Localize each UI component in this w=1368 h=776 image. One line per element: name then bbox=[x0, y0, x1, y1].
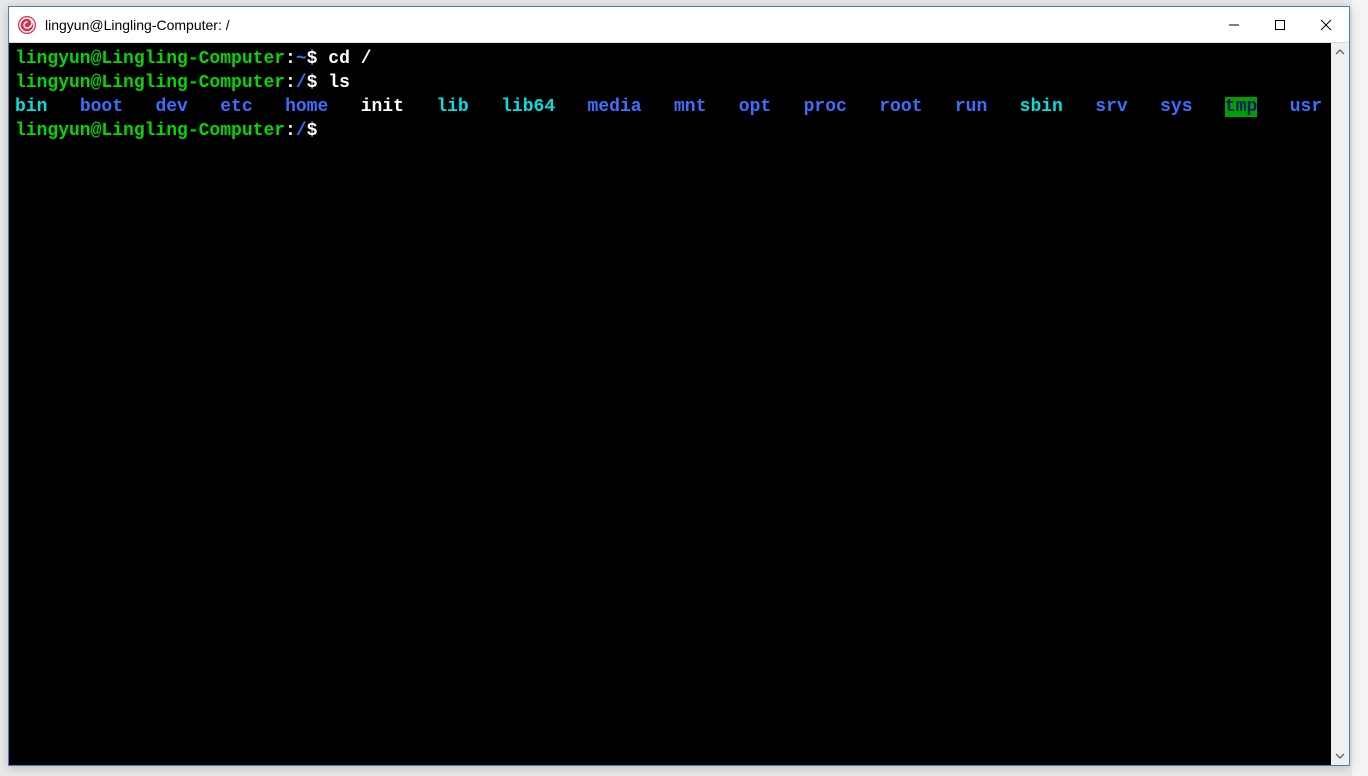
ls-entry-boot: boot bbox=[80, 97, 123, 117]
background-strip bbox=[1352, 0, 1368, 776]
ls-entry-sys: sys bbox=[1160, 97, 1192, 117]
scrollbar-track[interactable] bbox=[1331, 61, 1349, 747]
ls-entry-usr: usr bbox=[1290, 97, 1322, 117]
minimize-icon bbox=[1228, 19, 1240, 31]
ls-entry-media: media bbox=[588, 97, 642, 117]
prompt-path: ~ bbox=[296, 49, 307, 69]
prompt-user-host: lingyun@Lingling-Computer bbox=[15, 121, 285, 141]
prompt-path: / bbox=[296, 121, 307, 141]
ls-entry-home: home bbox=[285, 97, 328, 117]
title-bar[interactable]: lingyun@Lingling-Computer: / bbox=[9, 7, 1349, 43]
ls-entry-mnt: mnt bbox=[674, 97, 706, 117]
ls-output-line: bin boot dev etc home init lib lib64 med… bbox=[15, 97, 1331, 117]
prompt-sep: : bbox=[285, 49, 296, 69]
ls-entry-lib64: lib64 bbox=[501, 97, 555, 117]
scroll-up-button[interactable] bbox=[1331, 43, 1349, 61]
window-controls bbox=[1211, 7, 1349, 42]
terminal-content[interactable]: lingyun@Lingling-Computer:~$ cd / lingyu… bbox=[9, 43, 1331, 765]
ls-entry-opt: opt bbox=[739, 97, 771, 117]
close-icon bbox=[1320, 19, 1332, 31]
window-title: lingyun@Lingling-Computer: / bbox=[45, 17, 1211, 33]
ls-entry-init: init bbox=[361, 97, 404, 117]
ls-entry-lib: lib bbox=[436, 97, 468, 117]
maximize-icon bbox=[1274, 19, 1286, 31]
prompt-dollar: $ bbox=[307, 121, 318, 141]
chevron-down-icon bbox=[1335, 751, 1345, 761]
terminal-window: lingyun@Lingling-Computer: / lingyun@Lin… bbox=[8, 6, 1350, 766]
prompt-user-host: lingyun@Lingling-Computer bbox=[15, 49, 285, 69]
command-text: cd / bbox=[328, 49, 371, 69]
ls-entry-root: root bbox=[879, 97, 922, 117]
prompt-sep: : bbox=[285, 121, 296, 141]
minimize-button[interactable] bbox=[1211, 7, 1257, 42]
scroll-down-button[interactable] bbox=[1331, 747, 1349, 765]
chevron-up-icon bbox=[1335, 47, 1345, 57]
ls-entry-dev: dev bbox=[155, 97, 187, 117]
prompt-path: / bbox=[296, 73, 307, 93]
ls-entry-sbin: sbin bbox=[1020, 97, 1063, 117]
close-button[interactable] bbox=[1303, 7, 1349, 42]
prompt-dollar: $ bbox=[307, 73, 318, 93]
prompt-dollar: $ bbox=[307, 49, 318, 69]
app-icon bbox=[17, 15, 37, 35]
prompt-user-host: lingyun@Lingling-Computer bbox=[15, 73, 285, 93]
terminal-wrap: lingyun@Lingling-Computer:~$ cd / lingyu… bbox=[9, 43, 1349, 765]
ls-entry-bin: bin bbox=[15, 97, 47, 117]
ls-entry-proc: proc bbox=[804, 97, 847, 117]
ls-entry-tmp: tmp bbox=[1225, 97, 1257, 117]
maximize-button[interactable] bbox=[1257, 7, 1303, 42]
prompt-sep: : bbox=[285, 73, 296, 93]
ls-entry-run: run bbox=[955, 97, 987, 117]
vertical-scrollbar[interactable] bbox=[1331, 43, 1349, 765]
ls-entry-srv: srv bbox=[1095, 97, 1127, 117]
ls-entry-etc: etc bbox=[220, 97, 252, 117]
command-text: ls bbox=[328, 73, 350, 93]
